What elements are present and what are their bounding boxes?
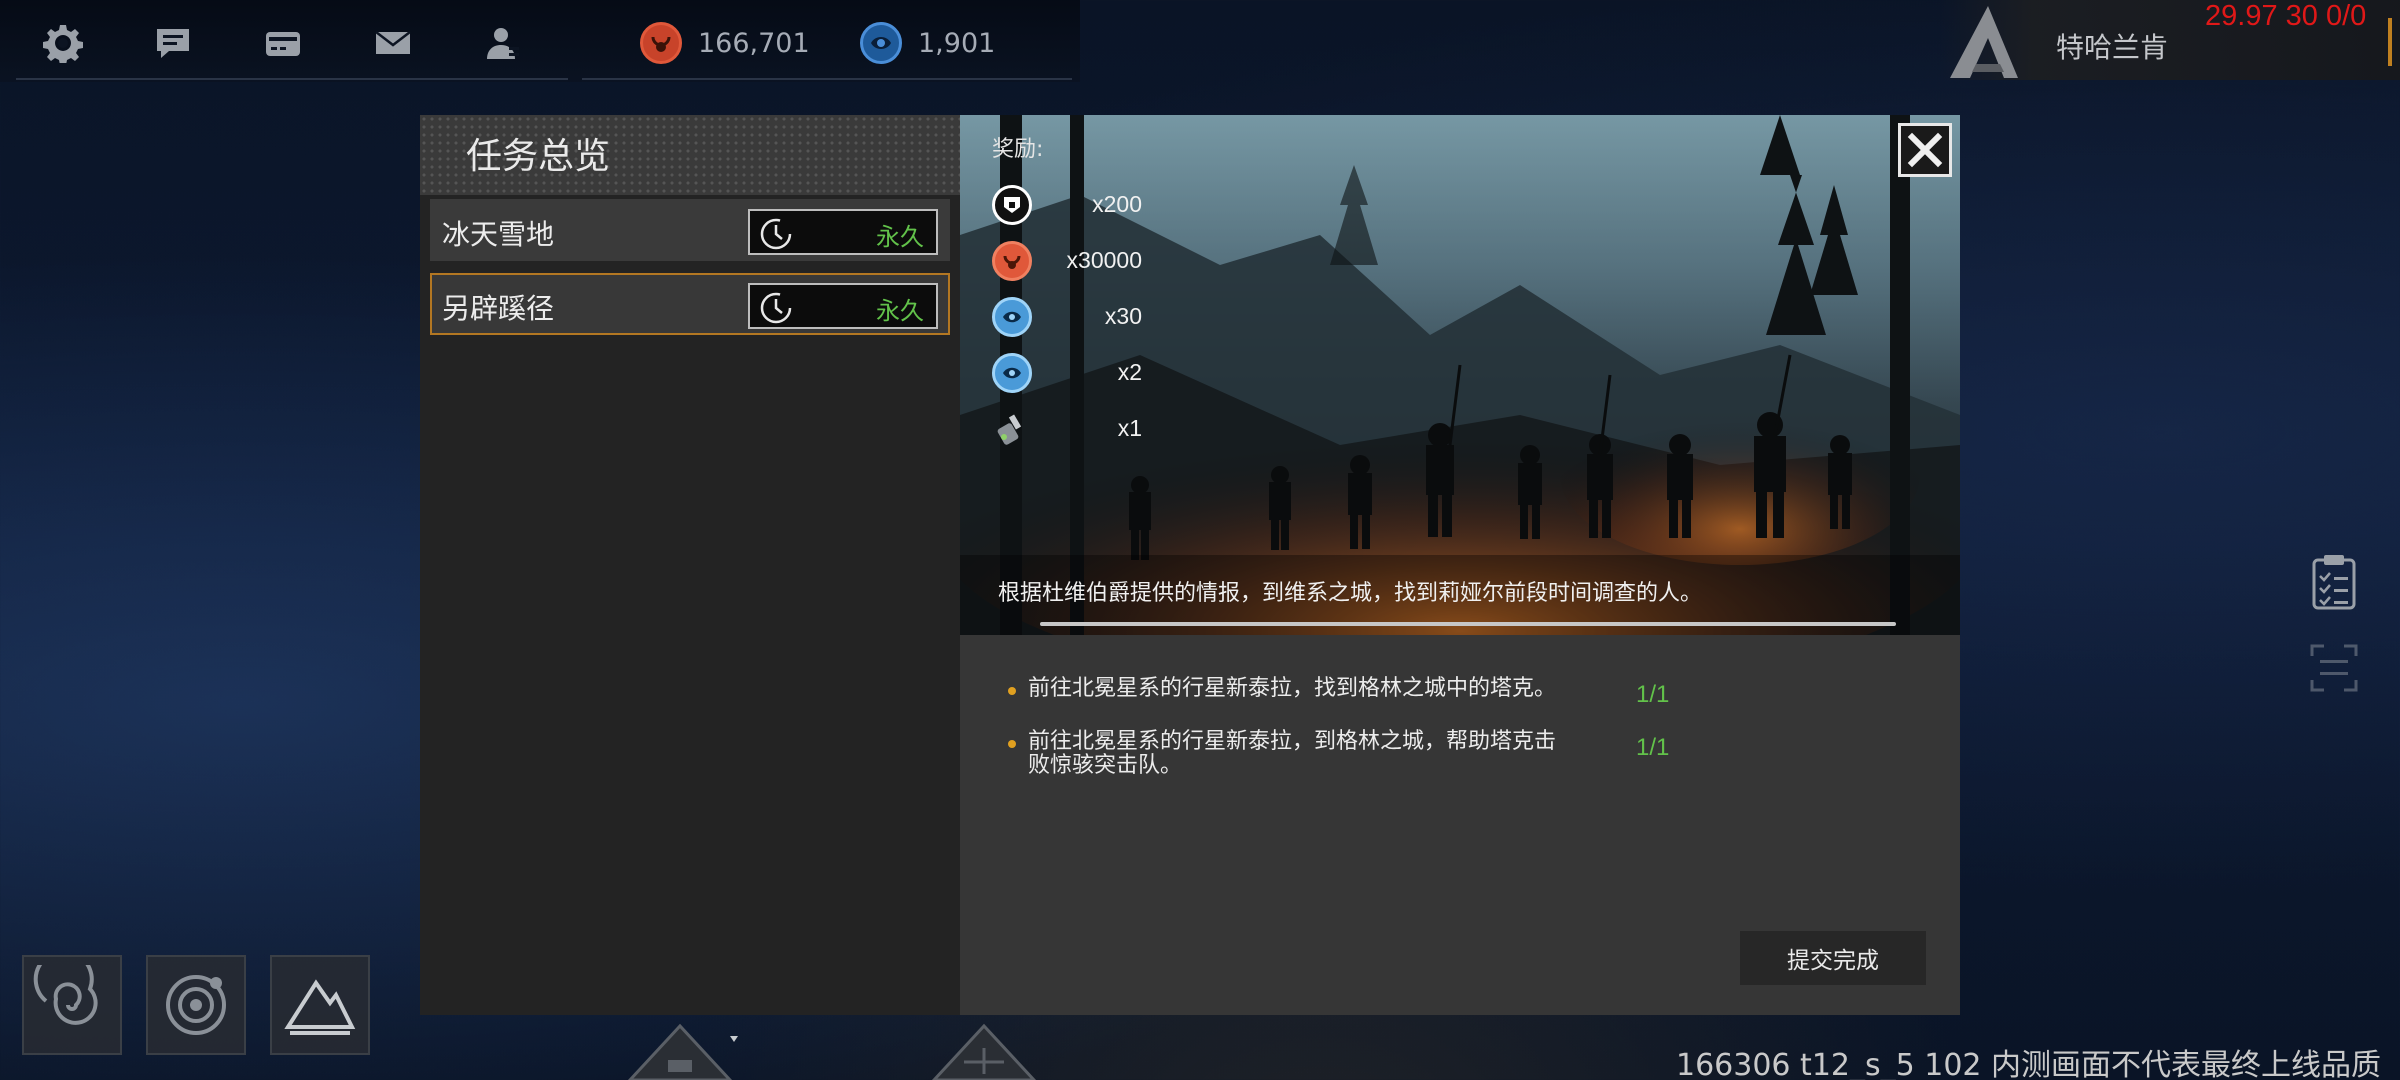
accent-bar (2388, 18, 2392, 66)
reward-qty: x30000 (1066, 247, 1142, 273)
quest-scene: 奖励: x200 x30000 x30 x2 x1 根据杜维伯爵提供的情报，到维… (960, 115, 1960, 635)
scrollbar[interactable] (1040, 622, 1896, 626)
blue-crystal-icon (992, 297, 1032, 337)
device-icon (992, 409, 1032, 449)
reward-item[interactable]: x1 (992, 407, 1142, 451)
quest-item[interactable]: 冰天雪地 永久 (430, 199, 950, 261)
crystal-coin-icon (860, 22, 902, 64)
quest-dialog: 任务总览 冰天雪地 永久 另辟蹊径 永久 奖励: x200 x30000 x30… (420, 115, 1960, 1015)
player-name: 特哈兰肯 (2056, 31, 2169, 64)
galaxy-icon (33, 965, 98, 1025)
objective-progress: 1/1 (1636, 681, 1670, 708)
planet-button[interactable] (146, 955, 246, 1055)
clock-icon (760, 218, 792, 250)
mountain-terrain-icon (284, 979, 356, 1035)
mail-icon[interactable] (370, 20, 416, 66)
quest-name: 另辟蹊径 (442, 292, 555, 325)
quest-duration: 永久 (748, 209, 938, 255)
credit-resource: 166,701 (640, 20, 810, 66)
divider (582, 78, 1072, 80)
duration-label: 永久 (876, 297, 924, 325)
shield-badge-icon (992, 185, 1032, 225)
quest-name: 冰天雪地 (442, 218, 555, 251)
reward-item[interactable]: x30000 (992, 239, 1142, 283)
reward-item[interactable]: x2 (992, 351, 1142, 395)
objective-text: 前往北冕星系的行星新泰拉，找到格林之城中的塔克。 (1028, 676, 1557, 701)
gear-icon[interactable] (40, 20, 86, 66)
card-icon[interactable] (260, 20, 306, 66)
credit-coin-icon (992, 241, 1032, 281)
terrain-button[interactable] (270, 955, 370, 1055)
submit-complete-button[interactable]: 提交完成 (1740, 931, 1926, 985)
crystal-value: 1,901 (918, 27, 996, 59)
credit-coin-icon (640, 22, 682, 64)
close-icon (1907, 132, 1943, 168)
quest-list-panel: 任务总览 冰天雪地 永久 另辟蹊径 永久 (420, 115, 960, 1015)
bottom-nav-shape[interactable] (924, 1018, 1044, 1080)
faction-logo-icon (1950, 6, 2018, 78)
duration-label: 永久 (876, 223, 924, 251)
objective-progress: 1/1 (1636, 734, 1670, 761)
top-bar: 166,701 1,901 (0, 0, 1080, 82)
clipboard-icon[interactable] (2306, 552, 2362, 612)
reward-qty: x2 (1117, 359, 1142, 385)
reward-qty: x30 (1104, 303, 1142, 329)
user-icon[interactable] (480, 20, 526, 66)
bullet-icon (1008, 740, 1016, 748)
reward-qty: x200 (1092, 191, 1142, 217)
quest-duration: 永久 (748, 283, 938, 329)
objectives-panel: 前往北冕星系的行星新泰拉，找到格林之城中的塔克。 1/1 前往北冕星系的行星新泰… (960, 635, 1960, 1015)
quest-description: 根据杜维伯爵提供的情报，到维系之城，找到莉娅尔前段时间调查的人。 (998, 581, 1703, 606)
chat-icon[interactable] (150, 20, 196, 66)
clock-icon (760, 292, 792, 324)
fps-overlay: 29.97 30 0/0 (2205, 0, 2367, 32)
build-watermark: 166306 t12_s_5 102 内测画面不代表最终上线品质 (1676, 1048, 2382, 1080)
close-button[interactable] (1898, 123, 1952, 177)
quest-item-selected[interactable]: 另辟蹊径 永久 (430, 273, 950, 335)
reward-item[interactable]: x200 (992, 183, 1142, 227)
galaxy-button[interactable] (22, 955, 122, 1055)
panel-title: 任务总览 (466, 136, 611, 177)
rewards-label: 奖励: (992, 137, 1044, 162)
divider (16, 78, 568, 80)
reward-qty: x1 (1117, 415, 1142, 441)
crystal-resource: 1,901 (860, 20, 995, 66)
quest-list-header: 任务总览 (420, 115, 960, 195)
bottom-nav-shape[interactable] (620, 1018, 740, 1080)
objective-text: 前往北冕星系的行星新泰拉，到格林之城，帮助塔克击败惊骇突击队。 (1028, 729, 1557, 778)
scan-icon[interactable] (2306, 638, 2362, 698)
planet-orbit-icon (166, 975, 226, 1035)
credit-value: 166,701 (698, 27, 810, 59)
bullet-icon (1008, 687, 1016, 695)
blue-crystal-icon (992, 353, 1032, 393)
reward-item[interactable]: x30 (992, 295, 1142, 339)
